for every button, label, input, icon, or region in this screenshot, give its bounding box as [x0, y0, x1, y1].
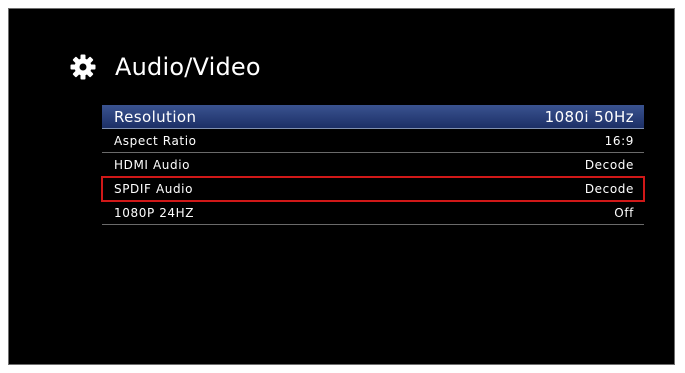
- setting-value: 16:9: [604, 133, 634, 148]
- setting-label: SPDIF Audio: [114, 182, 194, 196]
- setting-label: Resolution: [114, 107, 197, 126]
- setting-label: Aspect Ratio: [114, 133, 197, 148]
- setting-label: 1080P 24HZ: [114, 205, 195, 220]
- setting-label: HDMI Audio: [114, 157, 191, 172]
- setting-row-resolution[interactable]: Resolution 1080i 50Hz: [102, 105, 644, 129]
- setting-value: Decode: [584, 182, 634, 196]
- page-title: Audio/Video: [115, 53, 261, 81]
- page-header: Audio/Video: [69, 53, 261, 81]
- setting-value: 1080i 50Hz: [544, 107, 634, 126]
- gear-icon: [70, 54, 96, 80]
- setting-row-hdmi-audio[interactable]: HDMI Audio Decode: [102, 153, 644, 177]
- setting-value: Decode: [584, 157, 634, 172]
- setting-row-1080p-24hz[interactable]: 1080P 24HZ Off: [102, 201, 644, 225]
- setting-value: Off: [614, 205, 634, 220]
- setting-row-spdif-audio[interactable]: SPDIF Audio Decode: [101, 176, 645, 202]
- settings-menu: Resolution 1080i 50Hz Aspect Ratio 16:9 …: [101, 105, 645, 225]
- setting-row-aspect-ratio[interactable]: Aspect Ratio 16:9: [102, 129, 644, 153]
- tv-screen: Audio/Video Resolution 1080i 50Hz Aspect…: [8, 8, 675, 365]
